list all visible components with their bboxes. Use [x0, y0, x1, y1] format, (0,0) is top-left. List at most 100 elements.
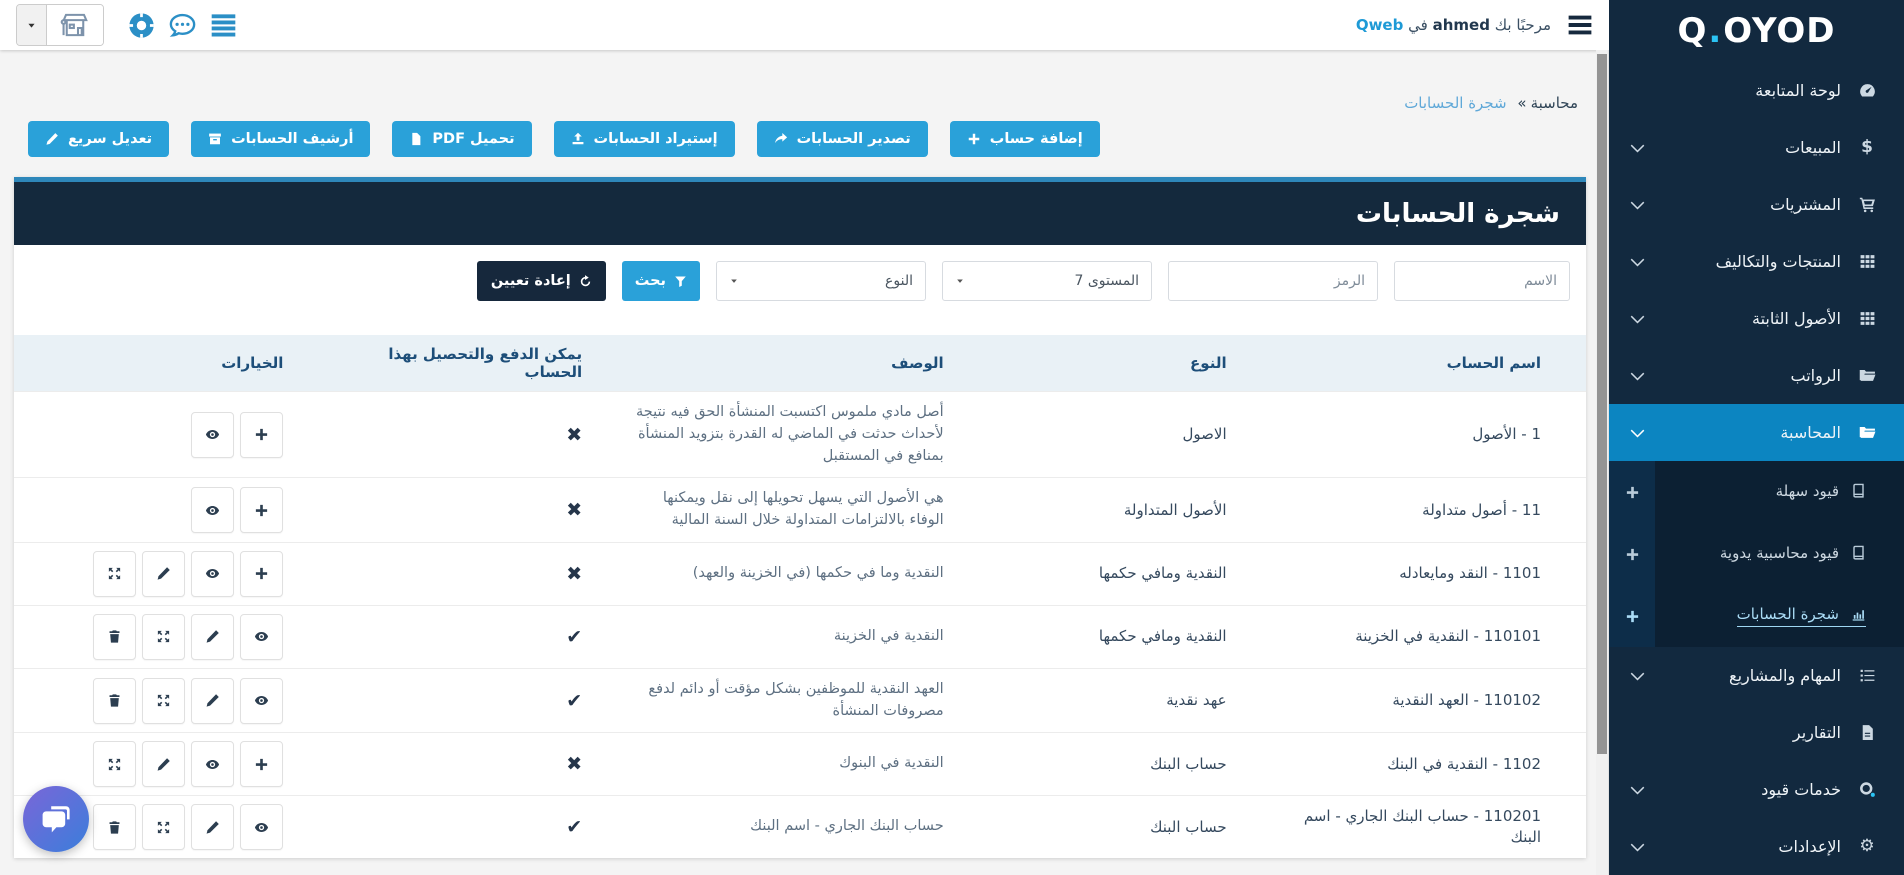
- storefront-icon[interactable]: [47, 5, 103, 45]
- sidebar-item-3[interactable]: المنتجات والتكاليف: [1609, 233, 1904, 290]
- storefront-building-icon: [60, 10, 90, 40]
- pencil-action-button[interactable]: [142, 550, 186, 597]
- move-action-button[interactable]: [93, 741, 137, 788]
- pencil-action-button[interactable]: [191, 677, 235, 724]
- eye-action-button[interactable]: [191, 411, 235, 458]
- account-name-cell: 11 - أصول متداولة: [1271, 477, 1586, 543]
- chat-bubble-icon[interactable]: [169, 12, 196, 39]
- sidebar-item-7[interactable]: المهام والمشاريع: [1609, 647, 1904, 704]
- account-type-cell: حساب البنك: [988, 732, 1272, 796]
- caret-down-icon: [955, 276, 965, 286]
- eye-action-button[interactable]: [191, 741, 235, 788]
- account-description-cell: أصل مادي ملموس اكتسبت المنشأة الحق فيه ن…: [627, 390, 989, 478]
- toolbar-button-5[interactable]: تعديل سريع: [28, 121, 170, 157]
- trash-action-button[interactable]: [93, 804, 137, 851]
- toolbar-button-1[interactable]: تصدير الحسابات: [756, 121, 928, 157]
- plus-action-button[interactable]: [240, 487, 284, 533]
- plus-icon: [1625, 485, 1640, 500]
- account-name-cell: 1101 - النقد ومايعادله: [1271, 541, 1586, 606]
- code-filter-input[interactable]: [1168, 261, 1378, 301]
- submenu-item-1[interactable]: قيود محاسبية يدوية: [1609, 523, 1904, 585]
- organization-name[interactable]: Qweb: [1356, 16, 1404, 34]
- report-icon: [1856, 724, 1878, 741]
- eye-icon: [254, 629, 269, 644]
- sidebar-item-label: المبيعات: [1785, 138, 1841, 157]
- scrollbar-thumb[interactable]: [1597, 54, 1607, 754]
- payable-x-mark: ✖: [328, 541, 628, 606]
- sidebar-item-1[interactable]: $ المبيعات: [1609, 119, 1904, 176]
- level-filter-select[interactable]: المستوى 7: [942, 261, 1152, 301]
- sidebar-item-9[interactable]: خدمات قيود: [1609, 761, 1904, 818]
- toolbar-button-4[interactable]: أرشيف الحسابات: [191, 121, 371, 157]
- sidebar-item-6[interactable]: المحاسبة: [1609, 404, 1904, 461]
- account-name-cell: 110201 - حساب البنك الجاري - اسم البنك: [1271, 795, 1586, 859]
- submenu-item-2[interactable]: شجرة الحسابات: [1609, 585, 1904, 647]
- type-filter-select[interactable]: النوع: [716, 261, 926, 301]
- pencil-action-button[interactable]: [142, 741, 186, 788]
- move-action-button[interactable]: [142, 677, 186, 724]
- sidebar-item-5[interactable]: الرواتب: [1609, 347, 1904, 404]
- trash-action-button[interactable]: [93, 677, 137, 724]
- sidebar-item-8[interactable]: التقارير: [1609, 704, 1904, 761]
- plus-icon: [254, 757, 269, 772]
- content-scrollbar: [1596, 50, 1609, 875]
- toolbar-button-3[interactable]: تحميل PDF: [392, 121, 532, 157]
- list-icon[interactable]: [210, 12, 237, 39]
- folder-icon: [1856, 424, 1878, 441]
- sidebar-item-10[interactable]: ⚙ الإعدادات: [1609, 818, 1904, 875]
- chart-icon: [1851, 607, 1866, 622]
- panel-title: شجرة الحسابات: [1355, 198, 1560, 229]
- submenu-add-button[interactable]: [1609, 585, 1655, 647]
- reset-button[interactable]: إعادة تعيين: [476, 261, 606, 301]
- sidebar-item-4[interactable]: الأصول الثابتة: [1609, 290, 1904, 347]
- trash-action-button[interactable]: [93, 613, 137, 660]
- options-cell: [14, 667, 329, 733]
- eye-action-button[interactable]: [240, 677, 284, 724]
- sidebar-item-label: الإعدادات: [1778, 837, 1841, 856]
- toolbar-button-2[interactable]: إستيراد الحسابات: [553, 121, 735, 157]
- payable-check-mark: ✔: [328, 667, 628, 733]
- plus-action-button[interactable]: [240, 550, 284, 597]
- plus-action-button[interactable]: [240, 411, 284, 458]
- submenu-add-button[interactable]: [1609, 523, 1655, 585]
- submenu-item-0[interactable]: قيود سهلة: [1609, 461, 1904, 523]
- eye-action-button[interactable]: [240, 804, 284, 851]
- eye-action-button[interactable]: [191, 487, 235, 533]
- submenu-add-button[interactable]: [1609, 461, 1655, 523]
- trash-icon: [107, 693, 122, 708]
- plus-icon: [254, 566, 269, 581]
- search-button[interactable]: بحث: [621, 261, 700, 301]
- pencil-action-button[interactable]: [191, 613, 235, 660]
- column-header-0: اسم الحساب: [1271, 335, 1586, 392]
- sidebar-item-0[interactable]: لوحة المتابعة: [1609, 62, 1904, 119]
- pencil-icon: [205, 693, 220, 708]
- eye-action-button[interactable]: [240, 613, 284, 660]
- move-action-button[interactable]: [142, 613, 186, 660]
- table-row: 1102 - النقدية في البنك حساب البنك النقدية…: [14, 732, 1586, 796]
- toolbar-button-label: تصدير الحسابات: [796, 131, 911, 147]
- toolbar-button-0[interactable]: إضافة حساب: [949, 121, 1100, 157]
- pencil-icon: [45, 132, 59, 146]
- name-filter-input[interactable]: [1394, 261, 1570, 301]
- sidebar-item-label: الرواتب: [1790, 366, 1841, 385]
- gear-icon: ⚙: [1859, 836, 1875, 856]
- breadcrumb-parent[interactable]: محاسبة: [1531, 94, 1578, 112]
- move-action-button[interactable]: [142, 804, 186, 851]
- pencil-action-button[interactable]: [191, 804, 235, 851]
- move-action-button[interactable]: [93, 550, 137, 597]
- options-cell: [14, 541, 329, 606]
- plus-action-button[interactable]: [240, 741, 284, 788]
- plus-icon: [254, 427, 269, 442]
- submenu-item-label: قيود محاسبية يدوية: [1719, 543, 1839, 562]
- column-header-1: النوع: [988, 335, 1272, 392]
- reset-button-label: إعادة تعيين: [490, 273, 571, 289]
- sidebar-item-2[interactable]: المشتريات: [1609, 176, 1904, 233]
- store-dropdown-caret-icon[interactable]: [17, 5, 47, 45]
- eye-action-button[interactable]: [191, 550, 235, 597]
- filters-bar: المستوى 7 النوع بحث إعادة تعيين: [14, 245, 1586, 335]
- help-life-ring-icon[interactable]: [128, 12, 155, 39]
- chevron-down-icon: [1629, 139, 1646, 156]
- dollar-icon: $: [1861, 137, 1873, 157]
- chat-widget-button[interactable]: [23, 786, 89, 852]
- hamburger-menu-icon[interactable]: [1567, 12, 1593, 38]
